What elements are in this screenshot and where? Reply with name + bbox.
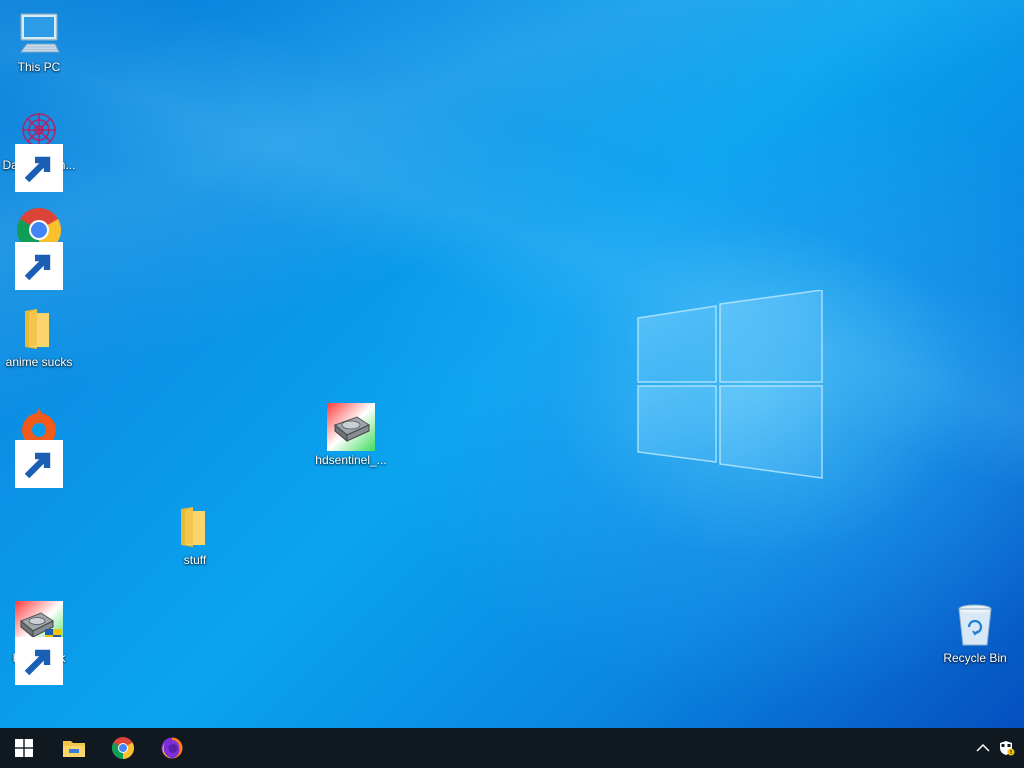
shortcut-arrow-icon [15,144,63,192]
desktop-icon-hdsentinel-installer[interactable]: hdsentinel_... [313,403,389,468]
windows-start-icon [15,739,33,757]
desktop-icon-datawagon[interactable]: DataWagon... [1,108,77,192]
security-alert-icon [1000,741,1015,756]
datawagon-icon [15,108,63,192]
taskbar-firefox-button[interactable] [148,728,196,768]
desktop-icon-recycle-bin[interactable]: Recycle Bin [937,601,1013,666]
folder-icon [171,503,219,551]
wallpaper-windows-logo [637,290,823,479]
start-button[interactable] [0,728,48,768]
desktop-icon-folder-anime-sucks[interactable]: anime sucks [1,305,77,370]
desktop-icon-label: hdsentinel_... [315,453,387,467]
desktop-icon-folder-stuff[interactable]: stuff [157,503,233,568]
hdsentinel-icon [327,403,375,451]
chevron-up-icon [976,743,990,752]
desktop-icon-origin[interactable]: Origin [1,404,77,488]
shortcut-arrow-icon [15,440,63,488]
folder-icon [15,305,63,353]
origin-icon [15,404,63,488]
desktop-icon-label: anime sucks [5,355,73,369]
desktop-icon-hard-disk-sentinel[interactable]: Hard Disk Sentinel [1,601,77,685]
file-explorer-icon [63,741,85,757]
shortcut-arrow-icon [15,637,63,685]
chrome-icon [15,206,63,290]
desktop-icon-label: stuff [183,553,207,567]
desktop[interactable]: This PC DataWagon... [0,0,1024,728]
firefox-icon [161,737,183,759]
light-beam [0,0,1024,728]
desktop-icon-google-chrome[interactable]: Google Chrome [1,206,77,290]
desktop-icon-label: This PC [17,60,61,74]
taskbar-file-explorer-button[interactable] [50,728,98,768]
computer-icon [15,10,63,58]
desktop-icon-label: Recycle Bin [943,651,1007,665]
taskbar [0,728,1024,768]
light-beam [0,0,1024,728]
shortcut-arrow-icon [15,242,63,290]
taskbar-chrome-button[interactable] [99,728,147,768]
hard-disk-sentinel-icon [15,601,63,685]
desktop-icon-this-pc[interactable]: This PC [1,10,77,75]
recycle-bin-icon [951,601,999,649]
security-tray-button[interactable] [996,728,1018,768]
chrome-icon [112,737,134,759]
show-hidden-icons-button[interactable] [972,728,994,768]
